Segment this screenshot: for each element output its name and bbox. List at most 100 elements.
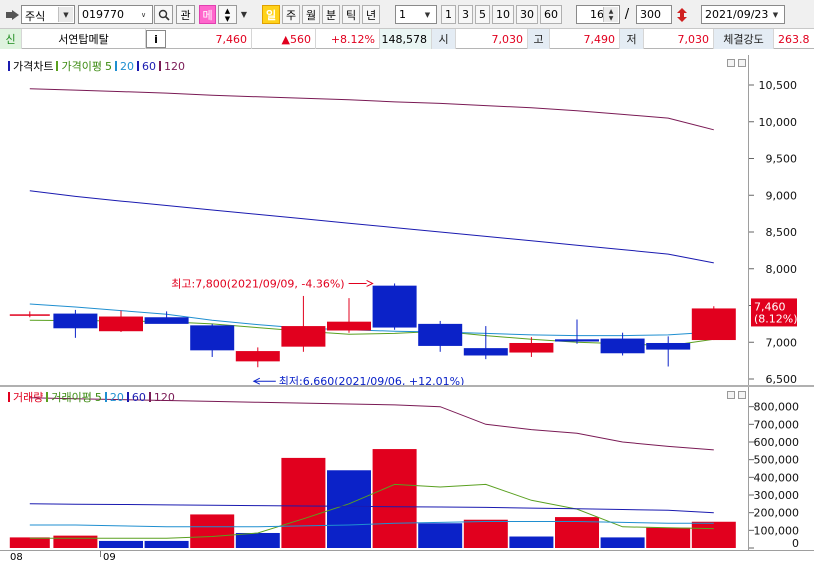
- volume-chart-svg[interactable]: [0, 387, 748, 550]
- chevron-down-icon[interactable]: ▼: [238, 5, 250, 24]
- price-axis: 10,50010,0009,5009,0008,5008,0007,5007,0…: [748, 55, 814, 386]
- market-select[interactable]: 주식 ▼: [21, 5, 75, 24]
- volume-ma-line: [29, 503, 714, 514]
- candle-body: [509, 342, 554, 353]
- period-tab[interactable]: 분: [322, 5, 340, 24]
- y-tick-label: 400,000: [754, 471, 800, 484]
- period-tab[interactable]: 일: [262, 5, 280, 24]
- search-button[interactable]: [154, 5, 173, 24]
- y-tick-label: 10,500: [759, 79, 798, 92]
- volume-legend-ma120: 120: [153, 390, 175, 404]
- unit-button[interactable]: 60: [540, 5, 562, 24]
- volume-bar: [190, 514, 235, 548]
- max-price-annotation: 최고:7,800(2021/09/09, -4.36%): [171, 277, 344, 290]
- y-tick-label: 7,000: [766, 336, 798, 349]
- memo-button[interactable]: 메: [199, 5, 216, 24]
- open-price: 7,030: [456, 29, 528, 49]
- candle-body: [144, 317, 189, 324]
- legend-marker: [56, 61, 59, 71]
- date-picker[interactable]: 2021/09/23 ▼: [701, 5, 785, 24]
- y-tick-label: 8,000: [766, 263, 798, 276]
- info-button[interactable]: i: [146, 30, 166, 48]
- high-label: 고: [528, 29, 550, 49]
- volume-legend-ma-label: 거래이평: [51, 391, 92, 404]
- candle-body: [190, 325, 235, 351]
- y-tick-label: 6,500: [766, 373, 798, 385]
- price-legend-ma120: 120: [163, 59, 185, 73]
- arrow-down-icon: ▼: [224, 14, 231, 23]
- expand-arrows-icon: [677, 7, 687, 22]
- stock-code-value: 019770: [82, 8, 124, 21]
- unit-button[interactable]: 30: [516, 5, 538, 24]
- expand-icon[interactable]: [674, 5, 690, 24]
- period-tab[interactable]: 주: [282, 5, 300, 24]
- y-tick-label: 300,000: [754, 489, 800, 502]
- quote-bar: 신 서연탑메탈 i 7,460 ▲560 +8.12% 148,578 시 7,…: [0, 29, 814, 49]
- display-count-input[interactable]: 16 ▲ ▼: [576, 5, 620, 24]
- price-axis-svg: 10,50010,0009,5009,0008,5008,0007,5007,0…: [749, 79, 798, 386]
- display-count-value: 16: [590, 8, 604, 21]
- chevron-down-icon: ∨: [136, 7, 151, 22]
- watchlist-button[interactable]: 관: [176, 5, 195, 24]
- unit-button[interactable]: 5: [475, 5, 490, 24]
- stock-name[interactable]: 서연탑메탈: [22, 29, 146, 49]
- chevron-down-icon: ▼: [58, 7, 73, 22]
- total-count-value: 300: [640, 8, 661, 21]
- panel-minimize-icon[interactable]: [727, 59, 735, 67]
- y-tick-label: 700,000: [754, 418, 800, 431]
- link-icon[interactable]: [4, 5, 21, 24]
- chevron-down-icon: ▼: [420, 7, 435, 22]
- period-tab[interactable]: 틱: [342, 5, 360, 24]
- y-tick-label: 800,000: [754, 401, 800, 414]
- volume-bar: [418, 523, 463, 548]
- low-price: 7,030: [644, 29, 714, 49]
- panel-close-icon[interactable]: [738, 59, 746, 67]
- stock-code-input[interactable]: 019770 ∨: [78, 5, 153, 24]
- legend-marker: [126, 392, 129, 402]
- y-tick-label: 9,000: [766, 189, 798, 202]
- annotation-arrow-icon: [366, 280, 374, 287]
- arrow-up-icon: ▲: [224, 6, 231, 15]
- candle-body: [463, 348, 508, 356]
- date-value: 2021/09/23: [705, 8, 769, 21]
- candle-body: [53, 313, 98, 329]
- price-legend-ma5: 5: [104, 59, 112, 73]
- volume-chart-panel[interactable]: 거래량 거래이평 5 20 60 120: [0, 387, 748, 550]
- legend-marker: [136, 61, 139, 71]
- price-legend-ma60: 60: [141, 59, 156, 73]
- ma-line: [29, 88, 714, 131]
- stepper-button[interactable]: ▲ ▼: [218, 5, 237, 24]
- volume-ma-line: [29, 483, 714, 539]
- volume-bar: [235, 532, 280, 548]
- price-change: ▲560: [252, 29, 316, 49]
- price-chart-svg[interactable]: 최고:7,800(2021/09/09, -4.36%) 최저:6,660(202…: [0, 55, 748, 385]
- unit-select[interactable]: 1 ▼: [395, 5, 437, 24]
- volume-legend-ma60: 60: [131, 390, 146, 404]
- unit-button[interactable]: 10: [492, 5, 514, 24]
- volume-legend-title: 거래량: [13, 391, 44, 404]
- volume-bar: [144, 540, 189, 548]
- trade-volume: 148,578: [380, 29, 432, 49]
- period-tab[interactable]: 년: [362, 5, 380, 24]
- total-count-input[interactable]: 300: [636, 5, 672, 24]
- y-tick-label: 600,000: [754, 436, 800, 449]
- legend-marker: [148, 392, 151, 402]
- price-chart-panel[interactable]: 최고:7,800(2021/09/09, -4.36%) 최저:6,660(202…: [0, 55, 748, 385]
- search-icon: [158, 9, 170, 21]
- legend-marker: [8, 61, 10, 71]
- unit-button[interactable]: 1: [441, 5, 456, 24]
- period-tab[interactable]: 월: [302, 5, 320, 24]
- panel-close-icon[interactable]: [738, 391, 746, 399]
- volume-bar: [9, 537, 50, 548]
- y-tick-label: 0: [792, 537, 799, 550]
- volume-bar: [372, 449, 417, 548]
- count-stepper[interactable]: ▲ ▼: [603, 7, 618, 22]
- volume-bar: [53, 535, 98, 548]
- y-tick-label: 10,000: [759, 116, 798, 129]
- panel-minimize-icon[interactable]: [727, 391, 735, 399]
- candle-body: [327, 321, 371, 331]
- unit-select-value: 1: [399, 8, 406, 21]
- volume-bar: [281, 457, 326, 548]
- y-tick-label: 100,000: [754, 524, 800, 537]
- unit-button[interactable]: 3: [458, 5, 473, 24]
